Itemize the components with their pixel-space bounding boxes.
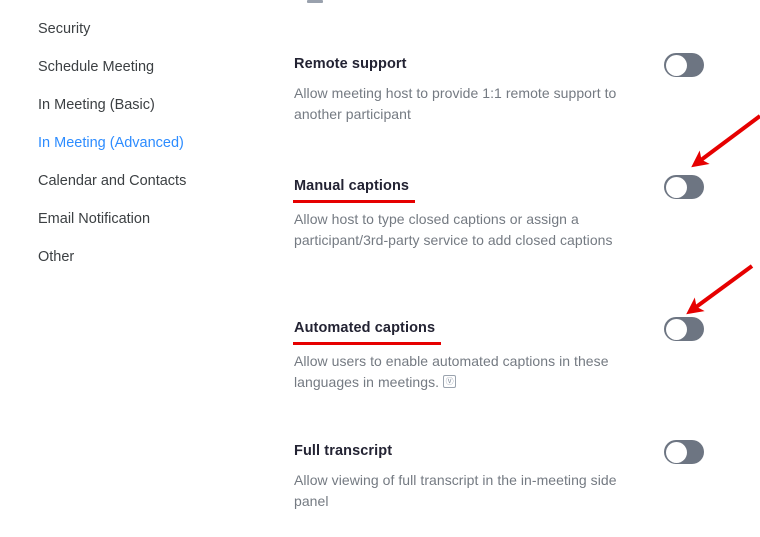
automated-captions-toggle[interactable]	[664, 317, 704, 341]
sidebar-item-in-meeting-advanced[interactable]: In Meeting (Advanced)	[38, 134, 184, 152]
sidebar-item-email-notification[interactable]: Email Notification	[38, 210, 150, 228]
toggle-knob	[666, 319, 687, 340]
setting-description-remote-support: Allow meeting host to provide 1:1 remote…	[294, 83, 639, 125]
setting-title-automated-captions: Automated captions	[294, 319, 435, 338]
setting-description-automated-captions: Allow users to enable automated captions…	[294, 351, 639, 393]
setting-description-manual-captions: Allow host to type closed captions or as…	[294, 209, 639, 251]
toggle-knob	[666, 442, 687, 463]
setting-remote-support: Remote support Allow meeting host to pro…	[294, 55, 754, 125]
sidebar-item-schedule-meeting[interactable]: Schedule Meeting	[38, 58, 154, 76]
setting-text-block: Manual captions Allow host to type close…	[294, 177, 639, 251]
settings-page: Security Schedule Meeting In Meeting (Ba…	[0, 0, 760, 537]
setting-manual-captions: Manual captions Allow host to type close…	[294, 177, 754, 251]
setting-automated-captions: Automated captions Allow users to enable…	[294, 319, 754, 393]
setting-text-block: Remote support Allow meeting host to pro…	[294, 55, 639, 125]
remote-support-toggle[interactable]	[664, 53, 704, 77]
broken-image-placeholder-icon: Ⓥ	[443, 375, 456, 388]
settings-sidebar: Security Schedule Meeting In Meeting (Ba…	[0, 0, 285, 537]
toggle-knob	[666, 55, 687, 76]
sidebar-item-calendar-and-contacts[interactable]: Calendar and Contacts	[38, 172, 186, 190]
setting-title-manual-captions: Manual captions	[294, 177, 409, 196]
settings-main-panel: Remote support Allow meeting host to pro…	[285, 0, 760, 537]
setting-title-remote-support: Remote support	[294, 55, 407, 74]
sidebar-item-security[interactable]: Security	[38, 20, 90, 38]
setting-title-full-transcript: Full transcript	[294, 442, 392, 461]
sidebar-item-in-meeting-basic[interactable]: In Meeting (Basic)	[38, 96, 155, 114]
sidebar-item-other[interactable]: Other	[38, 248, 74, 266]
setting-full-transcript: Full transcript Allow viewing of full tr…	[294, 442, 754, 512]
manual-captions-toggle[interactable]	[664, 175, 704, 199]
setting-text-block: Full transcript Allow viewing of full tr…	[294, 442, 639, 512]
full-transcript-toggle[interactable]	[664, 440, 704, 464]
setting-text-block: Automated captions Allow users to enable…	[294, 319, 639, 393]
toggle-knob	[666, 177, 687, 198]
setting-description-full-transcript: Allow viewing of full transcript in the …	[294, 470, 639, 512]
